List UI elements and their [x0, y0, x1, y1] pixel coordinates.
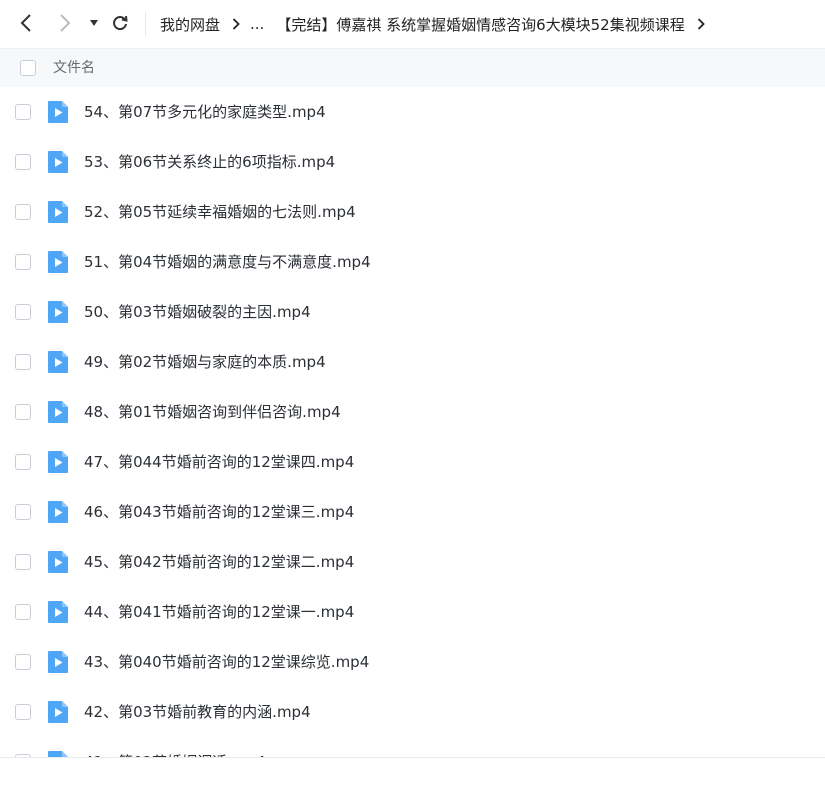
file-name[interactable]: 50、第03节婚姻破裂的主因.mp4 [84, 287, 311, 337]
video-file-icon [48, 151, 68, 173]
file-name[interactable]: 42、第03节婚前教育的内涵.mp4 [84, 687, 311, 737]
file-row[interactable]: 45、第042节婚前咨询的12堂课二.mp4 [0, 537, 825, 587]
file-row[interactable]: 41、第02节婚姻调适.mp4 [0, 737, 825, 757]
breadcrumb: 我的网盘 ... 【完结】傅嘉祺 系统掌握婚姻情感咨询6大模块52集视频课程 [160, 0, 715, 48]
list-column-header: 文件名 [0, 48, 825, 87]
file-name[interactable]: 51、第04节婚姻的满意度与不满意度.mp4 [84, 237, 371, 287]
file-checkbox[interactable] [15, 154, 31, 170]
file-name[interactable]: 49、第02节婚姻与家庭的本质.mp4 [84, 337, 326, 387]
file-name[interactable]: 47、第044节婚前咨询的12堂课四.mp4 [84, 437, 354, 487]
video-file-icon [48, 401, 68, 423]
file-name[interactable]: 46、第043节婚前咨询的12堂课三.mp4 [84, 487, 354, 537]
file-checkbox[interactable] [15, 254, 31, 270]
file-name[interactable]: 54、第07节多元化的家庭类型.mp4 [84, 87, 326, 137]
nav-divider [145, 12, 146, 36]
video-file-icon [48, 201, 68, 223]
top-nav-bar: 我的网盘 ... 【完结】傅嘉祺 系统掌握婚姻情感咨询6大模块52集视频课程 [0, 0, 825, 48]
file-checkbox[interactable] [15, 654, 31, 670]
breadcrumb-root[interactable]: 我的网盘 [160, 14, 220, 35]
breadcrumb-chevron-icon [697, 18, 705, 30]
caret-down-icon [90, 20, 98, 26]
file-list: 54、第07节多元化的家庭类型.mp4 53、第06节关系终止的6项指标.mp4… [0, 87, 825, 757]
select-all-checkbox[interactable] [20, 60, 36, 76]
breadcrumb-ellipsis[interactable]: ... [250, 15, 264, 33]
video-file-icon [48, 351, 68, 373]
file-name[interactable]: 52、第05节延续幸福婚姻的七法则.mp4 [84, 187, 356, 237]
file-row[interactable]: 49、第02节婚姻与家庭的本质.mp4 [0, 337, 825, 387]
video-file-icon [48, 651, 68, 673]
file-checkbox[interactable] [15, 454, 31, 470]
chevron-left-icon [20, 14, 31, 32]
file-name[interactable]: 48、第01节婚姻咨询到伴侣咨询.mp4 [84, 387, 341, 437]
file-row[interactable]: 44、第041节婚前咨询的12堂课一.mp4 [0, 587, 825, 637]
chevron-right-icon [60, 14, 71, 32]
video-file-icon [48, 551, 68, 573]
video-file-icon [48, 301, 68, 323]
file-checkbox[interactable] [15, 504, 31, 520]
file-name[interactable]: 53、第06节关系终止的6项指标.mp4 [84, 137, 335, 187]
file-checkbox[interactable] [15, 354, 31, 370]
video-file-icon [48, 601, 68, 623]
file-checkbox[interactable] [15, 104, 31, 120]
refresh-icon [113, 15, 128, 31]
bottom-blank-area [0, 758, 825, 794]
file-row[interactable]: 46、第043节婚前咨询的12堂课三.mp4 [0, 487, 825, 537]
back-button[interactable] [13, 10, 39, 36]
file-name[interactable]: 45、第042节婚前咨询的12堂课二.mp4 [84, 537, 354, 587]
file-row[interactable]: 53、第06节关系终止的6项指标.mp4 [0, 137, 825, 187]
breadcrumb-chevron-icon [232, 18, 240, 30]
video-file-icon [48, 701, 68, 723]
file-row[interactable]: 42、第03节婚前教育的内涵.mp4 [0, 687, 825, 737]
file-browser-page: 我的网盘 ... 【完结】傅嘉祺 系统掌握婚姻情感咨询6大模块52集视频课程 文… [0, 0, 825, 794]
refresh-button[interactable] [107, 10, 133, 36]
video-file-icon [48, 451, 68, 473]
file-row[interactable]: 52、第05节延续幸福婚姻的七法则.mp4 [0, 187, 825, 237]
breadcrumb-current-folder[interactable]: 【完结】傅嘉祺 系统掌握婚姻情感咨询6大模块52集视频课程 [276, 14, 684, 35]
video-file-icon [48, 251, 68, 273]
forward-button[interactable] [52, 10, 78, 36]
file-row[interactable]: 47、第044节婚前咨询的12堂课四.mp4 [0, 437, 825, 487]
file-row[interactable]: 51、第04节婚姻的满意度与不满意度.mp4 [0, 237, 825, 287]
file-name[interactable]: 43、第040节婚前咨询的12堂课综览.mp4 [84, 637, 369, 687]
file-checkbox[interactable] [15, 304, 31, 320]
video-file-icon [48, 501, 68, 523]
file-checkbox[interactable] [15, 604, 31, 620]
file-checkbox[interactable] [15, 204, 31, 220]
file-name[interactable]: 44、第041节婚前咨询的12堂课一.mp4 [84, 587, 354, 637]
file-row[interactable]: 54、第07节多元化的家庭类型.mp4 [0, 87, 825, 137]
video-file-icon [48, 101, 68, 123]
file-checkbox[interactable] [15, 404, 31, 420]
file-row[interactable]: 48、第01节婚姻咨询到伴侣咨询.mp4 [0, 387, 825, 437]
video-file-icon [48, 751, 68, 757]
file-row[interactable]: 50、第03节婚姻破裂的主因.mp4 [0, 287, 825, 337]
history-dropdown-button[interactable] [81, 10, 107, 36]
file-checkbox[interactable] [15, 704, 31, 720]
file-checkbox[interactable] [15, 554, 31, 570]
name-column-label[interactable]: 文件名 [53, 49, 95, 88]
file-name[interactable]: 41、第02节婚姻调适.mp4 [84, 737, 266, 757]
file-row[interactable]: 43、第040节婚前咨询的12堂课综览.mp4 [0, 637, 825, 687]
